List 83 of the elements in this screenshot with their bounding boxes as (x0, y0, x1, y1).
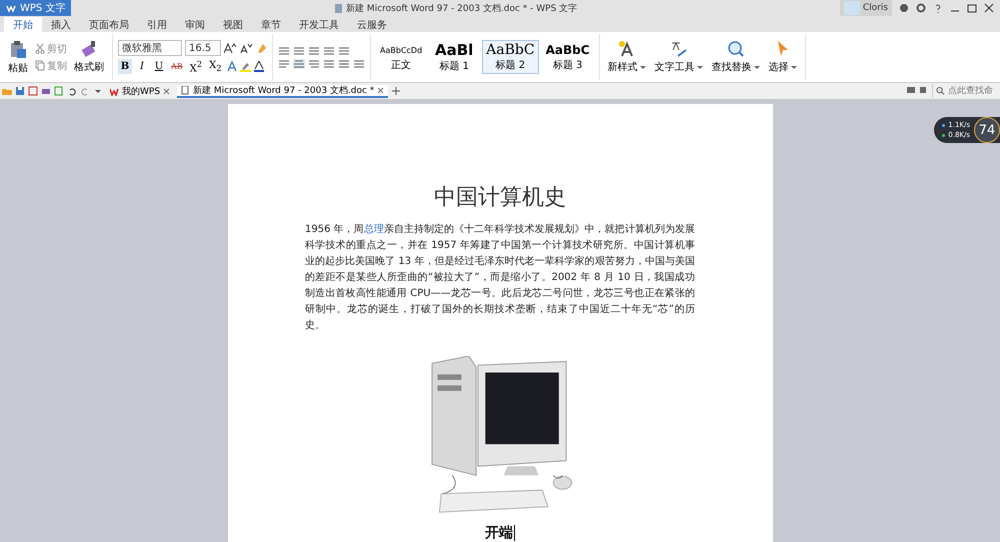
gauge-value: 74 (974, 117, 1000, 143)
wps-logo-icon (110, 86, 119, 96)
find-replace-icon (726, 40, 745, 58)
document-icon (334, 2, 344, 14)
superscript-button[interactable]: X$^{2}$ (188, 59, 204, 74)
ribbon-tab[interactable]: 章节 (252, 17, 290, 32)
scissors-icon (35, 43, 45, 54)
find-replace-button[interactable]: 查找替换 (708, 39, 763, 75)
ribbon-tab[interactable]: 云服务 (348, 17, 396, 32)
numbering-icon[interactable] (293, 46, 305, 56)
ribbon-tab[interactable]: 审阅 (176, 17, 214, 32)
copy-button[interactable]: 复制 (34, 58, 68, 72)
copy-icon (35, 60, 45, 71)
ribbon-tab[interactable]: 开始 (4, 17, 42, 32)
document-tab[interactable]: 我的WPS (106, 84, 174, 98)
search-icon (936, 86, 945, 96)
document-icon (181, 86, 190, 94)
help-icon[interactable] (933, 3, 943, 13)
underline-button[interactable]: U (152, 59, 166, 74)
document-tab[interactable]: 新建 Microsoft Word 97 - 2003 文档.doc * (177, 84, 388, 98)
line-spacing-icon[interactable] (353, 58, 365, 68)
ribbon-tab[interactable]: 引用 (138, 17, 176, 32)
dot-icon (942, 134, 946, 136)
document-title: 中国计算机史 (434, 184, 566, 212)
close-icon[interactable] (984, 3, 994, 13)
sort-icon[interactable] (338, 46, 350, 56)
link[interactable]: 总理 (364, 224, 384, 235)
select-button[interactable]: 选择 (766, 39, 800, 75)
font-size-field[interactable]: 16.5 (185, 40, 221, 56)
text-effect-icon[interactable] (226, 61, 237, 72)
ribbon-tab[interactable]: 视图 (214, 17, 252, 32)
avatar-icon (844, 1, 860, 15)
decrease-indent-icon[interactable] (308, 46, 320, 56)
logo-icon (6, 3, 16, 13)
window-title: 新建 Microsoft Word 97 - 2003 文档.doc * - WPS 文字 (346, 2, 578, 14)
style-preview: AaBl (435, 41, 474, 59)
settings-icon[interactable] (916, 3, 926, 13)
caret-icon (754, 64, 760, 70)
user-account[interactable]: Cloris (840, 0, 892, 16)
paste-button[interactable]: 粘贴 (5, 38, 31, 76)
ribbon-tab[interactable]: 插入 (42, 17, 80, 32)
subscript-button[interactable]: X$_{2}$ (207, 59, 224, 74)
user-name: Cloris (862, 3, 888, 13)
new-style-icon (618, 40, 636, 58)
shrink-font-icon[interactable] (240, 42, 253, 54)
grow-font-icon[interactable] (224, 42, 237, 54)
maximize-icon[interactable] (967, 3, 977, 13)
ribbon-tab[interactable]: 页面布局 (80, 17, 138, 32)
undo-icon[interactable] (67, 86, 77, 96)
brush-icon (80, 40, 98, 58)
app-menu-button[interactable]: WPS 文字 (0, 0, 72, 16)
style-preview: AaBbCcDd (380, 44, 422, 56)
align-center-icon[interactable] (293, 58, 305, 68)
save-icon[interactable] (15, 86, 25, 96)
align-left-icon[interactable] (278, 58, 290, 68)
font-name-field[interactable]: 微软雅黑 (118, 40, 182, 56)
increase-indent-icon[interactable] (323, 46, 335, 56)
style-preview: AaBbC (546, 42, 590, 58)
bold-button[interactable]: B (118, 59, 132, 74)
caret-icon (640, 64, 646, 70)
font-color-icon[interactable] (254, 61, 264, 72)
align-right-icon[interactable] (308, 58, 320, 68)
body-paragraph: 1956 年，周总理亲自主持制定的《十二年科学技术发展规划》中，就把计算机列为发展科学技术的重点之一，并在 1957 年筹建了中国第一个计算技术研究所。中国计算机事业的起步比美国晚了 13 年，但是经过毛泽东时代老一辈科学家的艰苦努力，中国与美国的差距不是某些人所歪曲的“被拉大了”，而是缩小了。2002 年 8 月 10 日，我国成功制造出首枚高性能通用 CPU——龙芯一号。此后龙芯二号问世，龙芯三号也正在紧张的研制中。龙芯的诞生，打破了国外的长期技术垄断，结束了中国近二十年无“芯”的历史。 (305, 222, 695, 333)
strikethrough-button[interactable]: AB (169, 59, 185, 74)
format-painter-button[interactable]: 格式刷 (71, 39, 107, 75)
section-heading: 开端 (485, 524, 513, 542)
justify-icon[interactable] (323, 58, 335, 68)
text-tools-button[interactable]: 文字工具 (652, 39, 706, 75)
italic-button[interactable]: I (135, 59, 149, 74)
ribbon-tab[interactable]: 开发工具 (290, 17, 348, 32)
caret-icon (696, 64, 703, 70)
dot-icon (942, 124, 946, 126)
new-style-button[interactable]: 新样式 (604, 39, 649, 75)
bullets-icon[interactable] (278, 46, 290, 56)
cut-button[interactable]: 剪切 (34, 42, 68, 56)
caret-icon (790, 64, 797, 70)
distribute-icon[interactable] (338, 58, 350, 68)
style-preset[interactable]: AaBbC 标题 2 (482, 40, 539, 74)
close-icon[interactable] (377, 86, 384, 94)
new-tab-icon[interactable] (391, 86, 402, 96)
clipboard-icon (9, 40, 27, 58)
style-preview: AaBbC (486, 42, 535, 58)
text-tool-icon (670, 40, 688, 58)
